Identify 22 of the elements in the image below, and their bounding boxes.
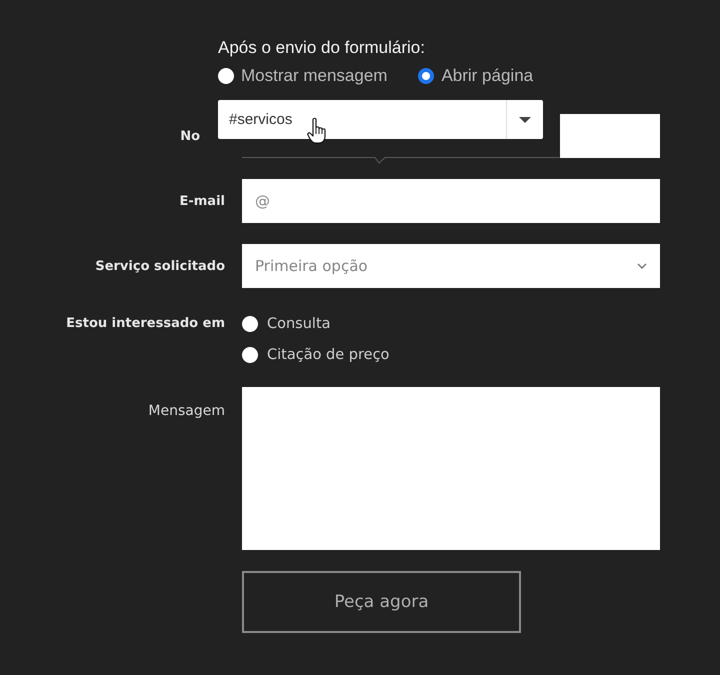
submit-button[interactable]: Peça agora: [242, 571, 521, 633]
field-label: No: [180, 128, 200, 144]
radio-label: Abrir página: [441, 66, 534, 86]
radio-button[interactable]: [218, 68, 234, 84]
field-label: Mensagem: [148, 403, 225, 419]
text-input[interactable]: @: [242, 179, 660, 223]
radio-button[interactable]: [242, 316, 258, 332]
radio-label: Mostrar mensagem: [241, 66, 388, 86]
caret-down-icon: [519, 116, 531, 122]
field-label: E-mail: [179, 194, 225, 208]
hand-cursor-icon: [307, 117, 327, 144]
page-select[interactable]: #servicos: [218, 100, 543, 139]
radio-label: Citação de preço: [267, 347, 390, 363]
radio-button[interactable]: [242, 347, 258, 363]
radio-button[interactable]: [418, 68, 434, 84]
message-field[interactable]: [242, 387, 660, 550]
chevron-down-icon: [637, 263, 647, 269]
field-label: Estou interessado em: [66, 316, 225, 331]
radio-label: Consulta: [267, 316, 331, 332]
select-field[interactable]: Primeira opção: [242, 244, 660, 288]
field-label: Serviço solicitado: [95, 258, 225, 274]
popover-title: Após o envio do formulário:: [218, 37, 426, 58]
